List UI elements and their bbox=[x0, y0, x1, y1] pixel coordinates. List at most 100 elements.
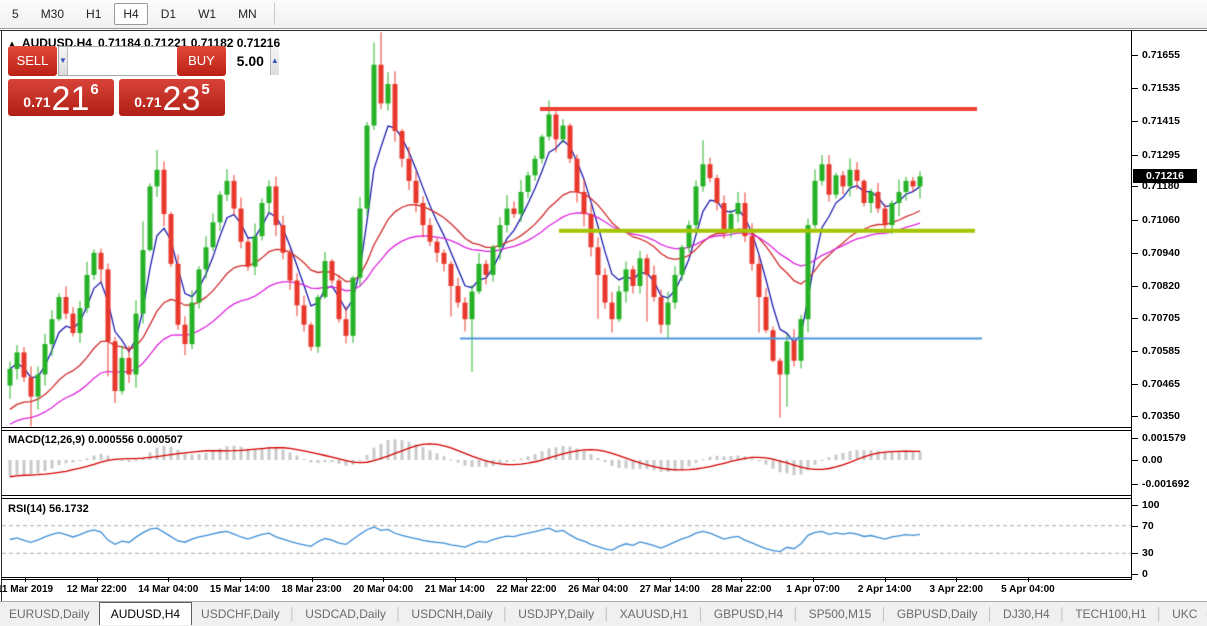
sell-button[interactable]: SELL bbox=[8, 46, 57, 76]
time-tick bbox=[239, 578, 241, 582]
time-label: 21 Mar 14:00 bbox=[424, 584, 485, 595]
chart-tab-dj30-h4[interactable]: DJ30,H4 bbox=[994, 604, 1059, 624]
bid-big-digits: 21 bbox=[51, 80, 90, 118]
time-label: 5 Apr 04:00 bbox=[1001, 584, 1055, 595]
time-axis[interactable]: 11 Mar 2019 12 Mar 22:00 14 Mar 04:00 15 Ma… bbox=[0, 578, 1131, 600]
time-tick bbox=[383, 578, 385, 582]
time-label: 27 Mar 14:00 bbox=[639, 584, 700, 595]
pane-separator[interactable] bbox=[2, 427, 1131, 431]
timeframe-button-h1[interactable]: H1 bbox=[77, 3, 110, 25]
bid-quote-button[interactable]: 0.71 21 6 bbox=[8, 79, 114, 116]
tab-separator: │ bbox=[1155, 607, 1164, 621]
volume-increase-button[interactable]: ▲ bbox=[269, 47, 279, 75]
chart-tab-ukc[interactable]: UKC bbox=[1163, 604, 1206, 624]
chart-tab-eurusd-daily[interactable]: EURUSD,Daily bbox=[0, 604, 99, 624]
tab-separator: │ bbox=[394, 607, 403, 621]
timeframe-button-mn[interactable]: MN bbox=[229, 3, 266, 25]
volume-input[interactable] bbox=[67, 47, 270, 75]
chart-tab-sp500-m15[interactable]: SP500,M15 bbox=[800, 604, 881, 624]
timeframe-button-d1[interactable]: D1 bbox=[152, 3, 185, 25]
time-tick bbox=[813, 578, 815, 582]
time-tick bbox=[454, 578, 456, 582]
tab-separator: │ bbox=[603, 607, 611, 621]
macd-axis-label: 0.00 bbox=[1142, 454, 1163, 466]
volume-decrease-button[interactable]: ▼ bbox=[59, 47, 68, 75]
chart-tab-audusd-h4[interactable]: AUDUSD,H4 bbox=[98, 601, 193, 625]
axis-tick bbox=[1132, 574, 1138, 575]
time-tick bbox=[884, 578, 886, 582]
time-label: 18 Mar 23:00 bbox=[281, 584, 342, 595]
time-tick bbox=[96, 578, 98, 582]
tab-separator: │ bbox=[501, 607, 510, 621]
chart-tab-tech100-h1[interactable]: TECH100,H1 bbox=[1066, 604, 1155, 624]
time-label: 20 Mar 04:00 bbox=[353, 584, 414, 595]
time-label: 11 Mar 2019 bbox=[0, 584, 54, 595]
tab-separator: │ bbox=[792, 607, 800, 621]
price-axis-label: 0.70585 bbox=[1142, 344, 1180, 357]
rsi-axis-label: 0 bbox=[1142, 568, 1148, 580]
axis-tick bbox=[1132, 416, 1138, 417]
bid-prefix: 0.71 bbox=[23, 94, 51, 110]
rsi-axis-label: 30 bbox=[1142, 547, 1154, 560]
price-axis-label: 0.70705 bbox=[1142, 311, 1180, 324]
time-label: 28 Mar 22:00 bbox=[711, 584, 772, 595]
time-tick bbox=[741, 578, 743, 582]
rsi-axis-label: 70 bbox=[1142, 519, 1154, 532]
price-axis-label: 0.70820 bbox=[1142, 279, 1180, 292]
chart-tab-usdchf-daily[interactable]: USDCHF,Daily bbox=[192, 604, 289, 624]
ask-pipette: 5 bbox=[201, 81, 210, 98]
axis-tick bbox=[1132, 350, 1138, 352]
ask-prefix: 0.71 bbox=[134, 94, 162, 110]
timeframe-button-h4[interactable]: H4 bbox=[114, 3, 148, 25]
chart-tab-usdcnh-daily[interactable]: USDCNH,Daily bbox=[402, 604, 501, 624]
rsi-indicator-canvas[interactable] bbox=[2, 499, 1131, 578]
axis-tick bbox=[1132, 505, 1138, 506]
axis-tick bbox=[1132, 252, 1138, 254]
pane-separator[interactable] bbox=[2, 495, 1131, 499]
price-axis-label: 0.71415 bbox=[1142, 115, 1180, 128]
time-tick bbox=[25, 578, 26, 582]
buy-button[interactable]: BUY bbox=[177, 46, 226, 76]
rsi-axis-label: 100 bbox=[1142, 499, 1160, 511]
tab-separator: │ bbox=[986, 607, 995, 621]
time-label: 14 Mar 04:00 bbox=[138, 584, 199, 595]
time-label: 3 Apr 22:00 bbox=[929, 584, 984, 595]
ask-quote-button[interactable]: 0.71 23 5 bbox=[119, 79, 225, 116]
time-tick bbox=[1027, 578, 1029, 582]
time-tick bbox=[168, 578, 170, 582]
price-axis-label: 0.71180 bbox=[1142, 180, 1180, 193]
price-axis-label: 0.70940 bbox=[1142, 246, 1180, 259]
axis-tick bbox=[1132, 55, 1138, 56]
price-axis-label: 0.71295 bbox=[1142, 148, 1180, 161]
price-axis-label: 0.71060 bbox=[1142, 213, 1180, 226]
price-axis-label: 0.70350 bbox=[1142, 410, 1180, 422]
chart-tab-gbpusd-daily[interactable]: GBPUSD,Daily bbox=[888, 604, 987, 624]
time-label: 26 Mar 04:00 bbox=[568, 584, 629, 595]
chart-tab-xauusd-h1[interactable]: XAUUSD,H1 bbox=[611, 604, 698, 624]
toolbar-separator bbox=[273, 3, 275, 25]
time-label: 22 Mar 22:00 bbox=[496, 584, 557, 595]
timeframe-button-w1[interactable]: W1 bbox=[189, 3, 225, 25]
timeframe-button-5[interactable]: 5 bbox=[3, 3, 28, 25]
axis-tick bbox=[1132, 483, 1138, 485]
axis-tick bbox=[1132, 285, 1138, 287]
chart-tab-usdcad-daily[interactable]: USDCAD,Daily bbox=[296, 604, 395, 624]
tab-separator: │ bbox=[697, 607, 705, 621]
timeframe-button-m30[interactable]: M30 bbox=[32, 3, 73, 25]
axis-tick bbox=[1132, 219, 1138, 221]
time-tick bbox=[598, 578, 600, 582]
time-tick bbox=[311, 578, 313, 582]
time-tick bbox=[956, 578, 958, 582]
axis-tick bbox=[1132, 121, 1138, 123]
macd-label: MACD(12,26,9) 0.000556 0.000507 bbox=[8, 434, 183, 446]
price-axis[interactable]: 0.71216 0.71655 0.71535 0.71415 0.71295 0.71… bbox=[1132, 31, 1207, 580]
chart-tab-usdjpy-daily[interactable]: USDJPY,Daily bbox=[509, 604, 603, 624]
timeframe-toolbar: 5 M30 H1 H4 D1 W1 MN bbox=[0, 0, 1207, 29]
ask-big-digits: 23 bbox=[162, 80, 201, 118]
axis-tick bbox=[1132, 553, 1138, 555]
time-tick bbox=[526, 578, 528, 582]
rsi-label: RSI(14) 56.1732 bbox=[8, 503, 89, 515]
chart-tab-gbpusd-h4[interactable]: GBPUSD,H4 bbox=[705, 604, 792, 624]
axis-tick bbox=[1132, 460, 1138, 461]
time-label: 1 Apr 07:00 bbox=[786, 584, 840, 595]
